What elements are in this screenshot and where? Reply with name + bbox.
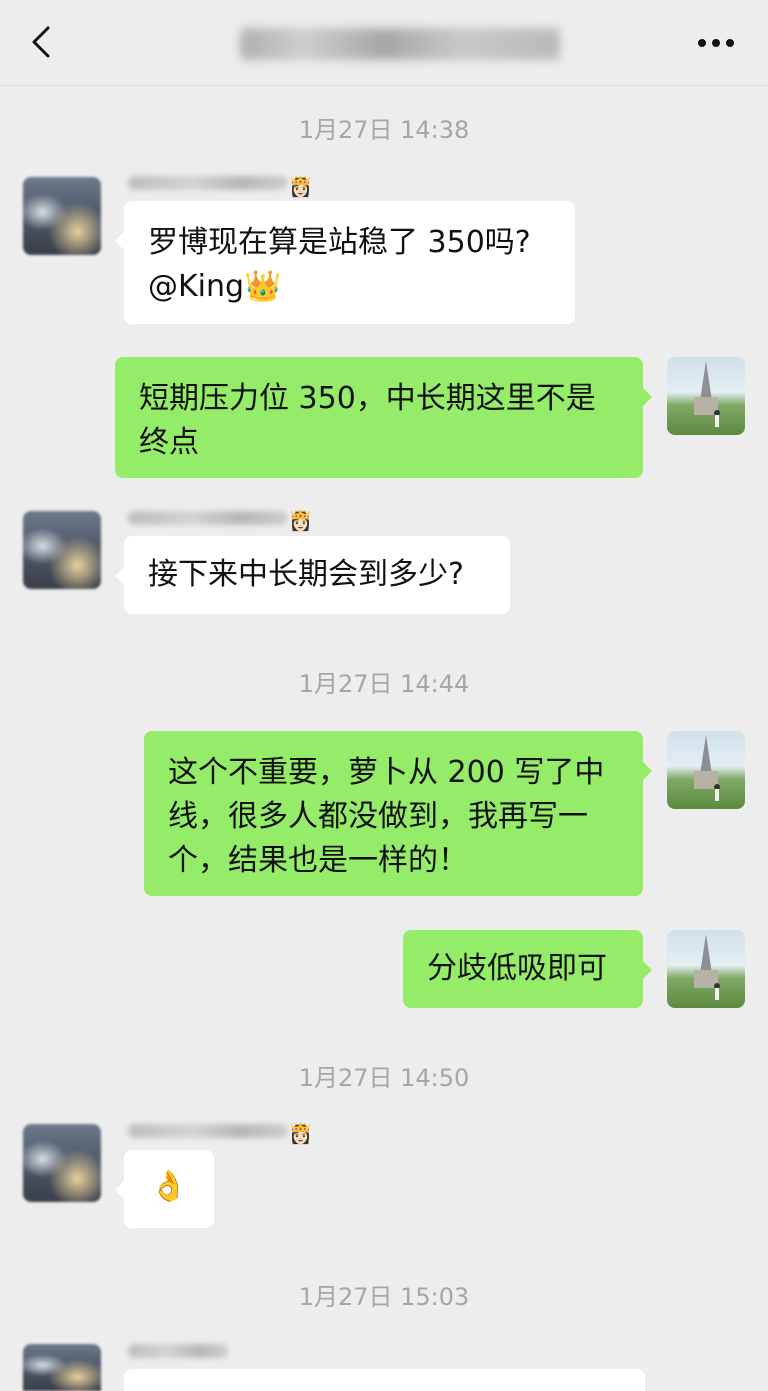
self-avatar[interactable] [667, 731, 745, 809]
more-dots-icon [698, 39, 734, 47]
avatar[interactable] [23, 177, 101, 255]
message-bubble[interactable]: 短期压力位 350，中长期这里不是 终点 [115, 357, 652, 478]
tower-icon [694, 361, 720, 427]
timestamp: 1月27日 14:50 [298, 1064, 470, 1092]
chat-title-redacted [240, 28, 560, 60]
avatar[interactable] [23, 1124, 101, 1202]
message-bubble[interactable]: 这个不重要，萝卜从 200 写了中 线，很多人都没做到，我再写一 个，结果也是一… [144, 731, 652, 896]
message-text: 罗博现在算是站稳了 350吗? [148, 225, 531, 260]
message-bubble[interactable]: 分歧低吸即可 [403, 930, 652, 1008]
chat-header [0, 0, 768, 86]
ok-hand-emoji: 👌 [150, 1169, 188, 1204]
timestamp: 1月27日 15:03 [298, 1283, 470, 1311]
back-button[interactable] [22, 22, 62, 62]
timestamp: 1月27日 14:44 [298, 670, 470, 698]
sender-name-emoji: 👸🏻 [288, 1121, 313, 1145]
message-text: 短期压力位 350，中长期这里不是 [139, 381, 596, 416]
sender-name-emoji: 👸🏻 [288, 174, 313, 198]
chevron-left-icon [32, 26, 50, 58]
message-text: @King👑 [148, 269, 282, 304]
sender-name-emoji: 👸🏻 [288, 508, 313, 532]
message-bubble[interactable] [124, 1369, 645, 1391]
message-text: 个，结果也是一样的！ [168, 843, 468, 878]
self-avatar[interactable] [667, 930, 745, 1008]
more-button[interactable] [694, 26, 738, 60]
sender-name-redacted [128, 1344, 228, 1358]
message-text: 分歧低吸即可 [427, 951, 607, 986]
message-text: 终点 [139, 425, 199, 460]
avatar[interactable] [23, 511, 101, 589]
message-text: 线，很多人都没做到，我再写一 [168, 799, 588, 834]
message-bubble[interactable]: 👌 [115, 1150, 214, 1228]
avatar[interactable] [23, 1344, 101, 1391]
tower-icon [694, 934, 720, 1000]
sender-name-redacted [128, 176, 288, 190]
sender-name-redacted [128, 1124, 288, 1138]
sender-name-redacted [128, 511, 288, 525]
message-bubble[interactable]: 接下来中长期会到多少? [115, 536, 510, 614]
tower-icon [694, 735, 720, 801]
message-text: 接下来中长期会到多少? [148, 557, 464, 592]
message-bubble[interactable]: 罗博现在算是站稳了 350吗? @King👑 [115, 201, 575, 324]
self-avatar[interactable] [667, 357, 745, 435]
message-text: 这个不重要，萝卜从 200 写了中 [168, 755, 605, 790]
timestamp: 1月27日 14:38 [298, 116, 470, 144]
